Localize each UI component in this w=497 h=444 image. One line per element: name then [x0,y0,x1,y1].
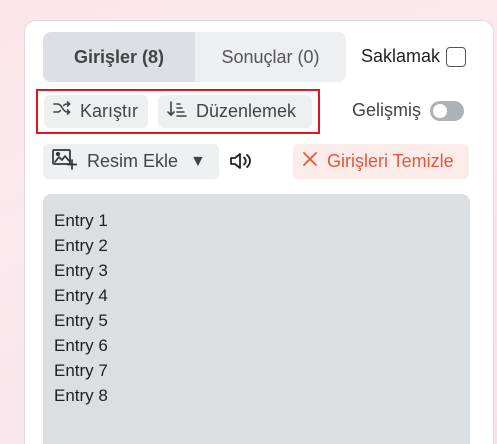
close-icon [301,150,319,173]
entry-line: Entry 1 [54,211,108,230]
tab-bar: Girişler (8) Sonuçlar (0) [43,32,346,82]
hide-checkbox[interactable] [446,46,467,67]
speaker-icon[interactable] [228,150,254,177]
sort-button[interactable]: Düzenlemek [158,95,312,128]
advanced-label: Gelişmiş [352,100,422,120]
sort-descending-icon [166,99,188,124]
shuffle-button[interactable]: Karıştır [44,95,148,128]
entry-line: Entry 5 [54,311,108,330]
hide-label: Saklamak [361,46,441,66]
add-image-button[interactable]: Resim Ekle ▼ [43,144,219,179]
toggle-knob [433,103,448,118]
entry-line: Entry 6 [54,336,108,355]
entry-line: Entry 7 [54,361,108,380]
entries-textarea[interactable]: Entry 1 Entry 2 Entry 3 Entry 4 Entry 5 … [43,194,470,444]
sort-label: Düzenlemek [196,101,297,121]
entry-line: Entry 3 [54,261,108,280]
hide-option[interactable]: Saklamak [361,46,467,67]
chevron-down-icon: ▼ [190,152,206,170]
advanced-toggle[interactable] [430,100,465,121]
entry-line: Entry 2 [54,236,108,255]
add-image-icon [51,147,78,176]
entry-line: Entry 4 [54,286,108,305]
tab-results[interactable]: Sonuçlar (0) [195,32,346,82]
shuffle-icon [52,99,72,124]
clear-entries-button[interactable]: Girişleri Temizle [293,144,469,179]
tab-entries[interactable]: Girişler (8) [43,32,195,82]
advanced-option[interactable]: Gelişmiş [352,100,465,121]
clear-entries-label: Girişleri Temizle [327,151,454,171]
entry-line: Entry 8 [54,386,108,405]
shuffle-label: Karıştır [80,101,139,121]
add-image-label: Resim Ekle [87,151,179,171]
